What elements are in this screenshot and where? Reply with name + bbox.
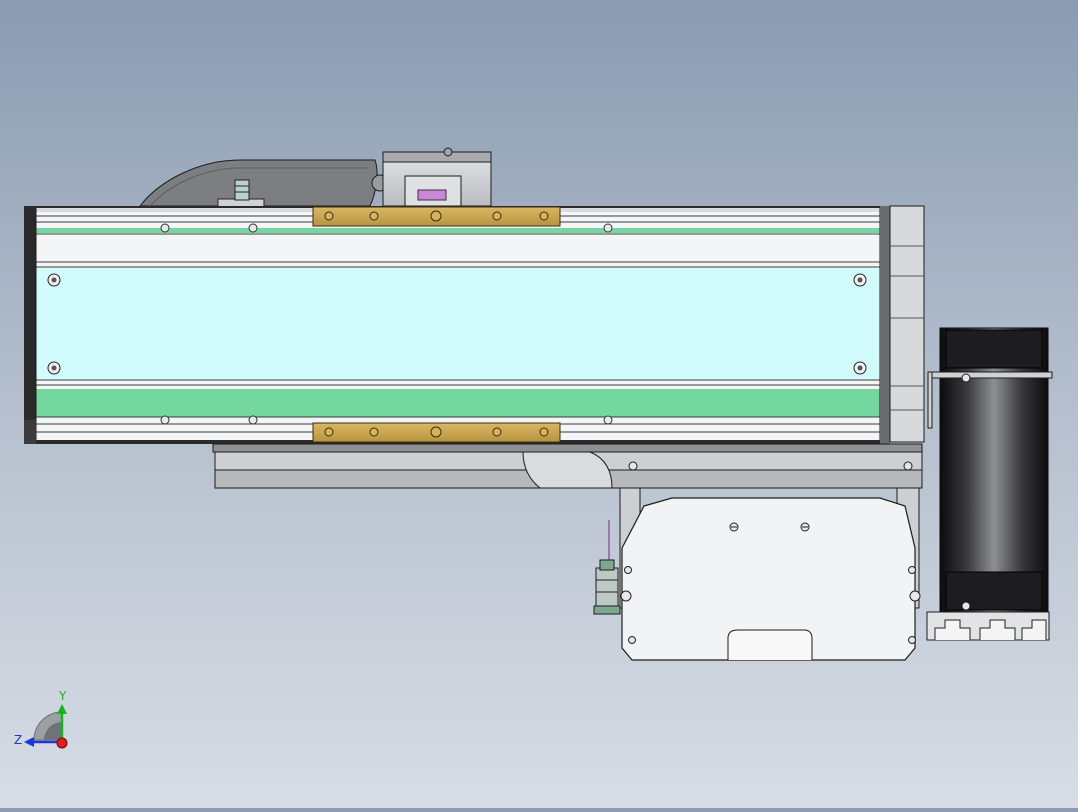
motor-clamp-strap (927, 371, 1053, 379)
z-axis-label: Z (14, 733, 22, 747)
base-mount-plate (212, 443, 923, 489)
slider-block-top (312, 206, 561, 227)
slider-block-bottom (312, 422, 561, 443)
aluminum-profile-bracket (926, 611, 1050, 641)
x-axis-point (56, 737, 68, 749)
pink-connector (417, 189, 447, 201)
lower-green-strip (36, 389, 880, 417)
view-orientation-triad[interactable]: Y Z (14, 689, 68, 749)
servo-drive-housing (620, 497, 921, 661)
linear-rail-body (24, 206, 890, 444)
top-connector-block (382, 147, 492, 207)
motor-cylinder (927, 327, 1053, 613)
limit-sensor (593, 520, 621, 615)
y-axis-label: Y (58, 689, 67, 703)
cad-viewport[interactable]: Y Z (0, 0, 1078, 808)
rail-end-housing (889, 205, 925, 443)
cyan-cover-plate (36, 268, 880, 380)
